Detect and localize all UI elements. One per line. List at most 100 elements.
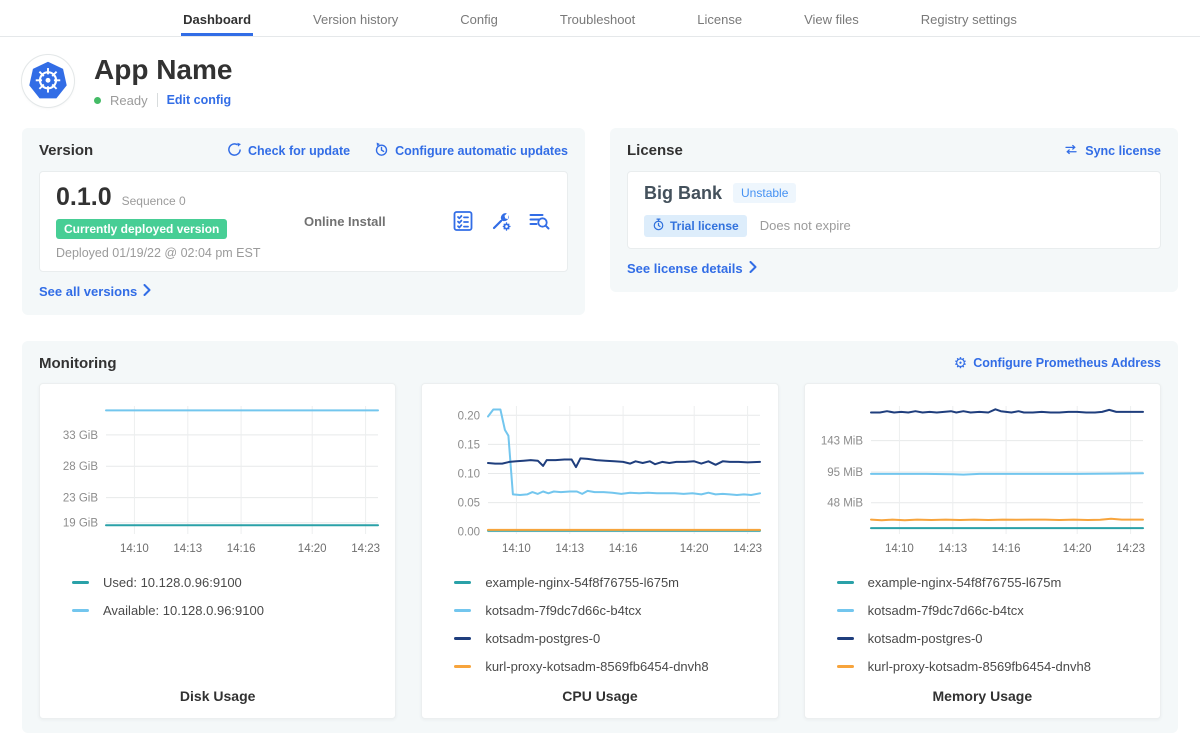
legend-label: kotsadm-postgres-0	[485, 631, 600, 646]
customer-name: Big Bank	[644, 183, 722, 204]
edit-config-link[interactable]: Edit config	[167, 93, 232, 107]
svg-text:14:10: 14:10	[502, 543, 531, 555]
tab-registry-settings[interactable]: Registry settings	[919, 2, 1019, 36]
legend-item: example-nginx-54f8f76755-l675m	[837, 575, 1150, 590]
clock-refresh-icon	[374, 142, 389, 160]
disk-usage-chart-card: 19 GiB23 GiB28 GiB33 GiB14:1014:1314:161…	[39, 383, 396, 719]
tab-dashboard[interactable]: Dashboard	[181, 2, 253, 36]
license-card-header: License Sync license	[627, 142, 1161, 160]
chart-title: Disk Usage	[50, 688, 385, 706]
version-card-header: Version Check for update Configure autom…	[39, 142, 568, 160]
chevron-right-icon	[749, 261, 757, 276]
legend-item: kotsadm-7f9dc7d66c-b4tcx	[837, 603, 1150, 618]
legend-label: example-nginx-54f8f76755-l675m	[485, 575, 679, 590]
legend-swatch	[837, 609, 854, 612]
app-title-block: App Name Ready Edit config	[94, 55, 232, 108]
top-nav: Dashboard Version history Config Trouble…	[0, 0, 1200, 37]
current-version-panel: 0.1.0 Sequence 0 Currently deployed vers…	[39, 171, 568, 272]
check-for-update-link[interactable]: Check for update	[227, 142, 350, 160]
cpu-usage-legend: example-nginx-54f8f76755-l675mkotsadm-7f…	[454, 575, 767, 674]
preflight-checks-icon[interactable]	[451, 209, 475, 233]
version-action-icons	[451, 209, 551, 233]
app-status-row: Ready Edit config	[94, 93, 232, 108]
svg-text:14:10: 14:10	[885, 543, 914, 555]
memory-usage-plot: 48 MiB95 MiB143 MiB14:1014:1314:1614:201…	[815, 396, 1150, 563]
license-customer-row: Big Bank Unstable	[644, 183, 1144, 204]
svg-text:14:16: 14:16	[227, 543, 256, 555]
tab-version-history[interactable]: Version history	[311, 2, 400, 36]
license-type-row: Trial license Does not expire	[644, 215, 1144, 237]
tab-config[interactable]: Config	[458, 2, 500, 36]
sync-license-link[interactable]: Sync license	[1063, 142, 1161, 160]
svg-text:14:16: 14:16	[609, 543, 638, 555]
license-card: License Sync license Big Bank Unstable	[610, 128, 1178, 292]
gear-icon: ⚙	[954, 356, 967, 371]
legend-item: kotsadm-postgres-0	[837, 631, 1150, 646]
memory-usage-legend: example-nginx-54f8f76755-l675m kotsadm-7f…	[837, 575, 1150, 674]
svg-text:95 MiB: 95 MiB	[827, 467, 863, 479]
legend-swatch	[837, 581, 854, 584]
legend-label: example-nginx-54f8f76755-l675m	[868, 575, 1062, 590]
config-wrench-icon[interactable]	[489, 209, 513, 233]
tab-bar: Dashboard Version history Config Trouble…	[181, 0, 1019, 36]
view-logs-icon[interactable]	[527, 209, 551, 233]
page-title: App Name	[94, 55, 232, 86]
legend-item: Used: 10.128.0.96:9100	[72, 575, 385, 590]
legend-swatch	[72, 581, 89, 584]
svg-text:14:23: 14:23	[734, 543, 763, 555]
svg-text:14:20: 14:20	[298, 543, 327, 555]
legend-swatch	[454, 581, 471, 584]
legend-swatch	[454, 609, 471, 612]
svg-text:14:23: 14:23	[1116, 543, 1145, 555]
legend-swatch	[454, 665, 471, 668]
legend-swatch	[72, 609, 89, 612]
channel-badge: Unstable	[733, 183, 796, 203]
legend-label: Available: 10.128.0.96:9100	[103, 603, 264, 618]
legend-item: kotsadm-postgres-0	[454, 631, 767, 646]
see-license-details-link[interactable]: See license details	[627, 261, 757, 276]
chart-title: CPU Usage	[432, 688, 767, 706]
install-type-label: Online Install	[304, 214, 451, 229]
svg-text:14:23: 14:23	[351, 543, 380, 555]
monitoring-header: Monitoring ⚙ Configure Prometheus Addres…	[39, 355, 1161, 372]
version-card: Version Check for update Configure autom…	[22, 128, 585, 315]
cpu-usage-plot: 0.000.050.100.150.2014:1014:1314:1614:20…	[432, 396, 767, 563]
svg-text:14:13: 14:13	[556, 543, 585, 555]
chevron-right-icon	[143, 284, 151, 299]
svg-text:14:16: 14:16	[991, 543, 1020, 555]
tab-troubleshoot[interactable]: Troubleshoot	[558, 2, 637, 36]
deployed-badge: Currently deployed version	[56, 219, 227, 239]
legend-item: kurl-proxy-kotsadm-8569fb6454-dnvh8	[837, 659, 1150, 674]
chart-title: Memory Usage	[815, 688, 1150, 706]
svg-text:48 MiB: 48 MiB	[827, 497, 863, 509]
svg-text:14:13: 14:13	[173, 543, 202, 555]
monitoring-section: Monitoring ⚙ Configure Prometheus Addres…	[22, 341, 1178, 733]
svg-text:0.15: 0.15	[458, 439, 480, 451]
configure-automatic-updates-link[interactable]: Configure automatic updates	[374, 142, 568, 160]
deployed-timestamp: Deployed 01/19/22 @ 02:04 pm EST	[56, 246, 304, 260]
version-info: 0.1.0 Sequence 0 Currently deployed vers…	[56, 183, 304, 260]
svg-text:14:20: 14:20	[1062, 543, 1091, 555]
charts-row: 19 GiB23 GiB28 GiB33 GiB14:1014:1314:161…	[39, 383, 1161, 719]
disk-usage-legend: Used: 10.128.0.96:9100 Available: 10.128.…	[72, 575, 385, 618]
version-number: 0.1.0	[56, 183, 112, 212]
tab-license[interactable]: License	[695, 2, 744, 36]
cpu-usage-chart-card: 0.000.050.100.150.2014:1014:1314:1614:20…	[421, 383, 778, 719]
legend-item: kurl-proxy-kotsadm-8569fb6454-dnvh8	[454, 659, 767, 674]
see-all-versions-link[interactable]: See all versions	[39, 284, 151, 299]
version-card-title: Version	[39, 142, 93, 159]
refresh-icon	[227, 142, 242, 160]
stopwatch-icon	[652, 218, 665, 234]
legend-label: kotsadm-postgres-0	[868, 631, 983, 646]
configure-prometheus-link[interactable]: ⚙ Configure Prometheus Address	[954, 356, 1161, 371]
status-dot	[94, 97, 101, 104]
monitoring-title: Monitoring	[39, 355, 116, 372]
legend-label: kotsadm-7f9dc7d66c-b4tcx	[868, 603, 1024, 618]
status-text: Ready	[110, 93, 148, 108]
svg-text:14:20: 14:20	[680, 543, 709, 555]
legend-label: kurl-proxy-kotsadm-8569fb6454-dnvh8	[485, 659, 708, 674]
legend-item: Available: 10.128.0.96:9100	[72, 603, 385, 618]
summary-cards-row: Version Check for update Configure autom…	[22, 128, 1178, 315]
tab-view-files[interactable]: View files	[802, 2, 861, 36]
divider	[157, 93, 158, 107]
